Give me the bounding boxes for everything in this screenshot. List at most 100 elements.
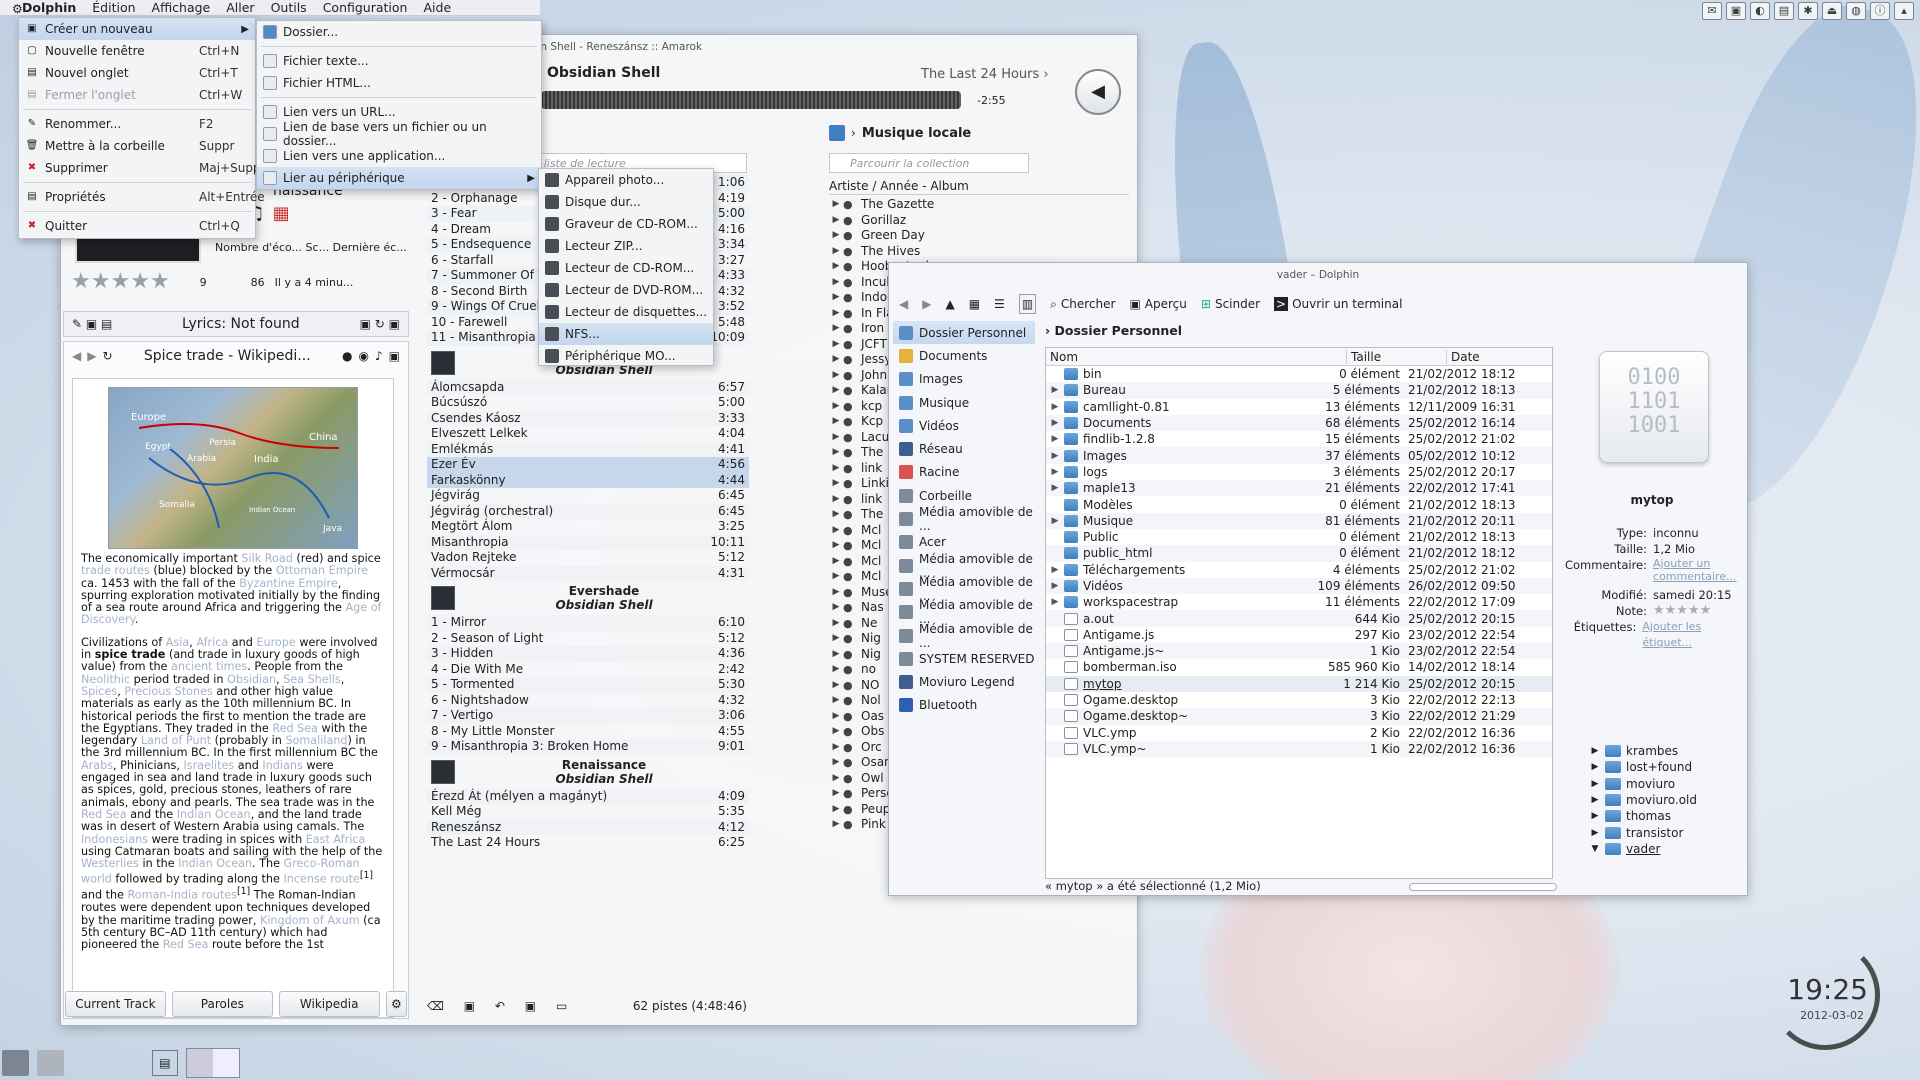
expand-icon[interactable]: ▶ [829, 523, 843, 539]
search-button[interactable]: ⌕ Chercher [1050, 297, 1115, 312]
expand-icon[interactable]: ▶ [829, 383, 843, 399]
col-date[interactable]: Date [1446, 349, 1480, 364]
expand-icon[interactable]: ▶ [1046, 516, 1064, 526]
create-new-item[interactable]: Fichier HTML... [257, 72, 541, 94]
expand-icon[interactable]: ▶ [829, 631, 843, 647]
expand-icon[interactable]: ▶ [829, 802, 843, 818]
back-icon[interactable]: ◀ [72, 349, 81, 363]
file-menu-item[interactable]: ▤ Nouvel onglet Ctrl+T [19, 62, 255, 84]
next-track[interactable]: The Last 24 Hours › [921, 67, 1049, 82]
details-view-icon[interactable]: ☰ [994, 297, 1005, 311]
collection-search-input[interactable]: Parcourir la collection [829, 153, 1029, 173]
expand-icon[interactable]: ▶ [829, 321, 843, 337]
forward-icon[interactable]: ▶ [922, 297, 931, 311]
up-icon[interactable]: ▲ [945, 297, 954, 311]
columns-view-icon[interactable]: ▥ [1018, 294, 1037, 314]
file-row[interactable]: mytop 1 214 Kio 25/02/2012 20:15 [1046, 675, 1552, 692]
file-menu-item[interactable]: ▤ Fermer l'onglet Ctrl+W [19, 84, 255, 106]
preview-button[interactable]: ▣ Aperçu [1129, 297, 1186, 311]
artist-icon[interactable]: ● [342, 349, 352, 363]
expand-icon[interactable]: ▶ [829, 337, 843, 353]
file-row[interactable]: a.out 644 Kio 25/02/2012 20:15 [1046, 610, 1552, 627]
expand-icon[interactable]: ▶ [829, 554, 843, 570]
device-item[interactable]: Périphérique MO... [539, 345, 713, 367]
expand-icon[interactable]: ▶ [1046, 483, 1064, 493]
file-row[interactable]: ▶ workspacestrap 11 éléments 22/02/2012 17:… [1046, 594, 1552, 610]
file-menu-item[interactable]: ✖ Supprimer Maj+Suppr [19, 157, 266, 179]
expand-icon[interactable]: ▶ [829, 445, 843, 461]
playlist-row[interactable]: Ezer Év 4:56 [427, 457, 749, 473]
expand-icon[interactable]: ▶ [1046, 581, 1064, 591]
expand-icon[interactable]: ▶ [1046, 451, 1064, 461]
tree-item[interactable]: ▶ thomas [1585, 808, 1735, 824]
album-header[interactable]: Renaissance Obsidian Shell [427, 755, 749, 789]
expand-icon[interactable]: ▶ [829, 259, 843, 275]
expand-icon[interactable]: ▶ [1585, 779, 1605, 789]
tab-wikipedia[interactable]: Wikipedia [278, 991, 380, 1017]
rating-stars[interactable]: ★★★★★ [1653, 603, 1711, 619]
playlist-row[interactable]: 5 - Tormented 5:30 [427, 677, 749, 693]
playlist-tool-icons[interactable]: ⌫ ▣ ↶ ▣ ▭ [427, 999, 575, 1013]
mail-icon[interactable]: ✉ [1702, 2, 1722, 20]
expand-icon[interactable]: ▶ [829, 786, 843, 802]
file-row[interactable]: ▶ Téléchargements 4 éléments 25/02/2012 21:… [1046, 562, 1552, 578]
file-menu-item[interactable]: ✖ Quitter Ctrl+Q [19, 215, 255, 237]
menu-help[interactable]: Aide [415, 0, 459, 16]
place-item[interactable]: Réseau [893, 437, 1035, 460]
file-menu-item[interactable]: ▢ Nouvelle fenêtre Ctrl+N [19, 40, 255, 62]
playlist-row[interactable]: Reneszánsz 4:12 [427, 819, 749, 835]
expand-icon[interactable]: ▶ [829, 492, 843, 508]
playlist-row[interactable]: Elveszett Lelkek 4:04 [427, 426, 749, 442]
menu-settings[interactable]: Configuration [315, 0, 416, 16]
expand-icon[interactable]: ▶ [829, 306, 843, 322]
place-item[interactable]: Dossier Personnel [893, 321, 1035, 345]
expand-icon[interactable]: ▶ [829, 585, 843, 601]
expand-icon[interactable]: ▼ [1585, 844, 1605, 854]
playlist-row[interactable]: Jégvirág (orchestral) 6:45 [427, 503, 749, 519]
place-item[interactable]: Vidéos [893, 414, 1035, 437]
calendar-icon[interactable]: ▦ [273, 203, 290, 224]
create-new-item[interactable]: Lien de base vers un fichier ou un dossi… [257, 120, 541, 148]
waveform-progress[interactable] [541, 91, 961, 109]
expand-icon[interactable]: ▶ [1585, 828, 1605, 838]
settings-icon[interactable]: ▣ [389, 349, 400, 363]
expand-icon[interactable]: ▶ [829, 368, 843, 384]
playlist-row[interactable]: 4 - Die With Me 2:42 [427, 662, 749, 678]
tree-item[interactable]: ▶ lost+found [1585, 759, 1735, 775]
expand-icon[interactable]: ▶ [1046, 418, 1064, 428]
file-row[interactable]: ▶ Bureau 5 éléments 21/02/2012 18:13 [1046, 382, 1552, 399]
device-item[interactable]: Graveur de CD-ROM... [539, 213, 713, 235]
expand-icon[interactable]: ▶ [1585, 762, 1605, 772]
expand-icon[interactable]: ▶ [1046, 597, 1064, 607]
expand-icon[interactable]: ▶ [829, 507, 843, 523]
playlist-row[interactable]: Megtört Álom 3:25 [427, 519, 749, 535]
place-item[interactable]: Corbeille [893, 484, 1035, 507]
expand-icon[interactable]: ▶ [1585, 811, 1605, 821]
icons-view-icon[interactable]: ▦ [969, 297, 980, 311]
music-icon[interactable]: ♪ [375, 349, 383, 363]
expand-icon[interactable]: ▶ [829, 244, 843, 260]
expand-icon[interactable]: ▶ [1585, 795, 1605, 805]
add-comment-link[interactable]: Ajouter un commentaire... [1653, 557, 1737, 587]
expand-icon[interactable]: ▶ [829, 461, 843, 477]
file-row[interactable]: Ogame.desktop~ 3 Kio 22/02/2012 21:29 [1046, 708, 1552, 725]
file-row[interactable]: ▶ Documents 68 éléments 25/02/2012 16:14 [1046, 414, 1552, 432]
tab-current-track[interactable]: Current Track [65, 991, 166, 1017]
file-menu-item[interactable]: ▣ Créer un nouveau ▶ [19, 18, 255, 40]
playlist-row[interactable]: Misanthropia 10:11 [427, 534, 749, 550]
place-item[interactable]: Média amovible de ... [893, 598, 1035, 626]
playlist-row[interactable]: Álomcsapda 6:57 [427, 379, 749, 395]
expand-icon[interactable]: ▶ [829, 647, 843, 663]
playlist-row[interactable]: Vérmocsár 4:31 [427, 565, 749, 581]
notes-icon[interactable]: ▤ [1774, 2, 1794, 20]
breadcrumb[interactable]: › Dossier Personnel [1045, 323, 1182, 338]
place-item[interactable]: Racine [893, 461, 1035, 484]
playlist-row[interactable]: 6 - Nightshadow 4:32 [427, 693, 749, 709]
camera-icon[interactable]: ▣ [1726, 2, 1746, 20]
place-item[interactable]: Images [893, 368, 1035, 391]
pager-icon[interactable] [186, 1048, 240, 1078]
expand-icon[interactable]: ▶ [829, 290, 843, 306]
kde-gear-icon[interactable]: ⚙ [4, 1, 31, 17]
playlist-row[interactable]: 9 - Misanthropia 3: Broken Home 9:01 [427, 739, 749, 755]
file-row[interactable]: ▶ maple13 21 éléments 22/02/2012 17:41 [1046, 480, 1552, 497]
